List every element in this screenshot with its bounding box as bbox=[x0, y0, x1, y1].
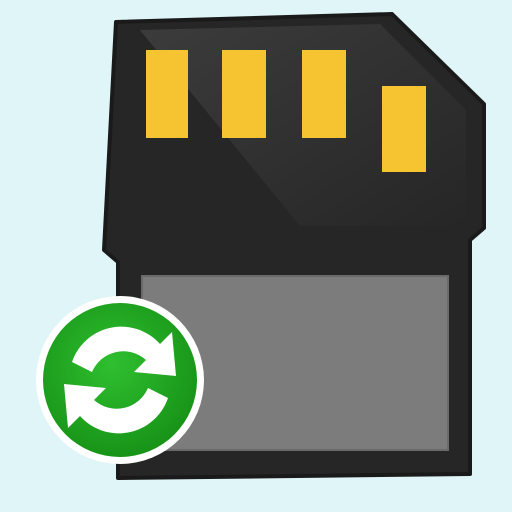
contact-pin bbox=[382, 86, 426, 172]
contact-pin bbox=[302, 50, 346, 138]
sd-card-sync-icon bbox=[36, 12, 486, 480]
contact-pin bbox=[146, 50, 188, 138]
app-icon bbox=[0, 0, 512, 512]
contact-pin bbox=[222, 50, 266, 138]
sync-icon bbox=[36, 296, 204, 464]
